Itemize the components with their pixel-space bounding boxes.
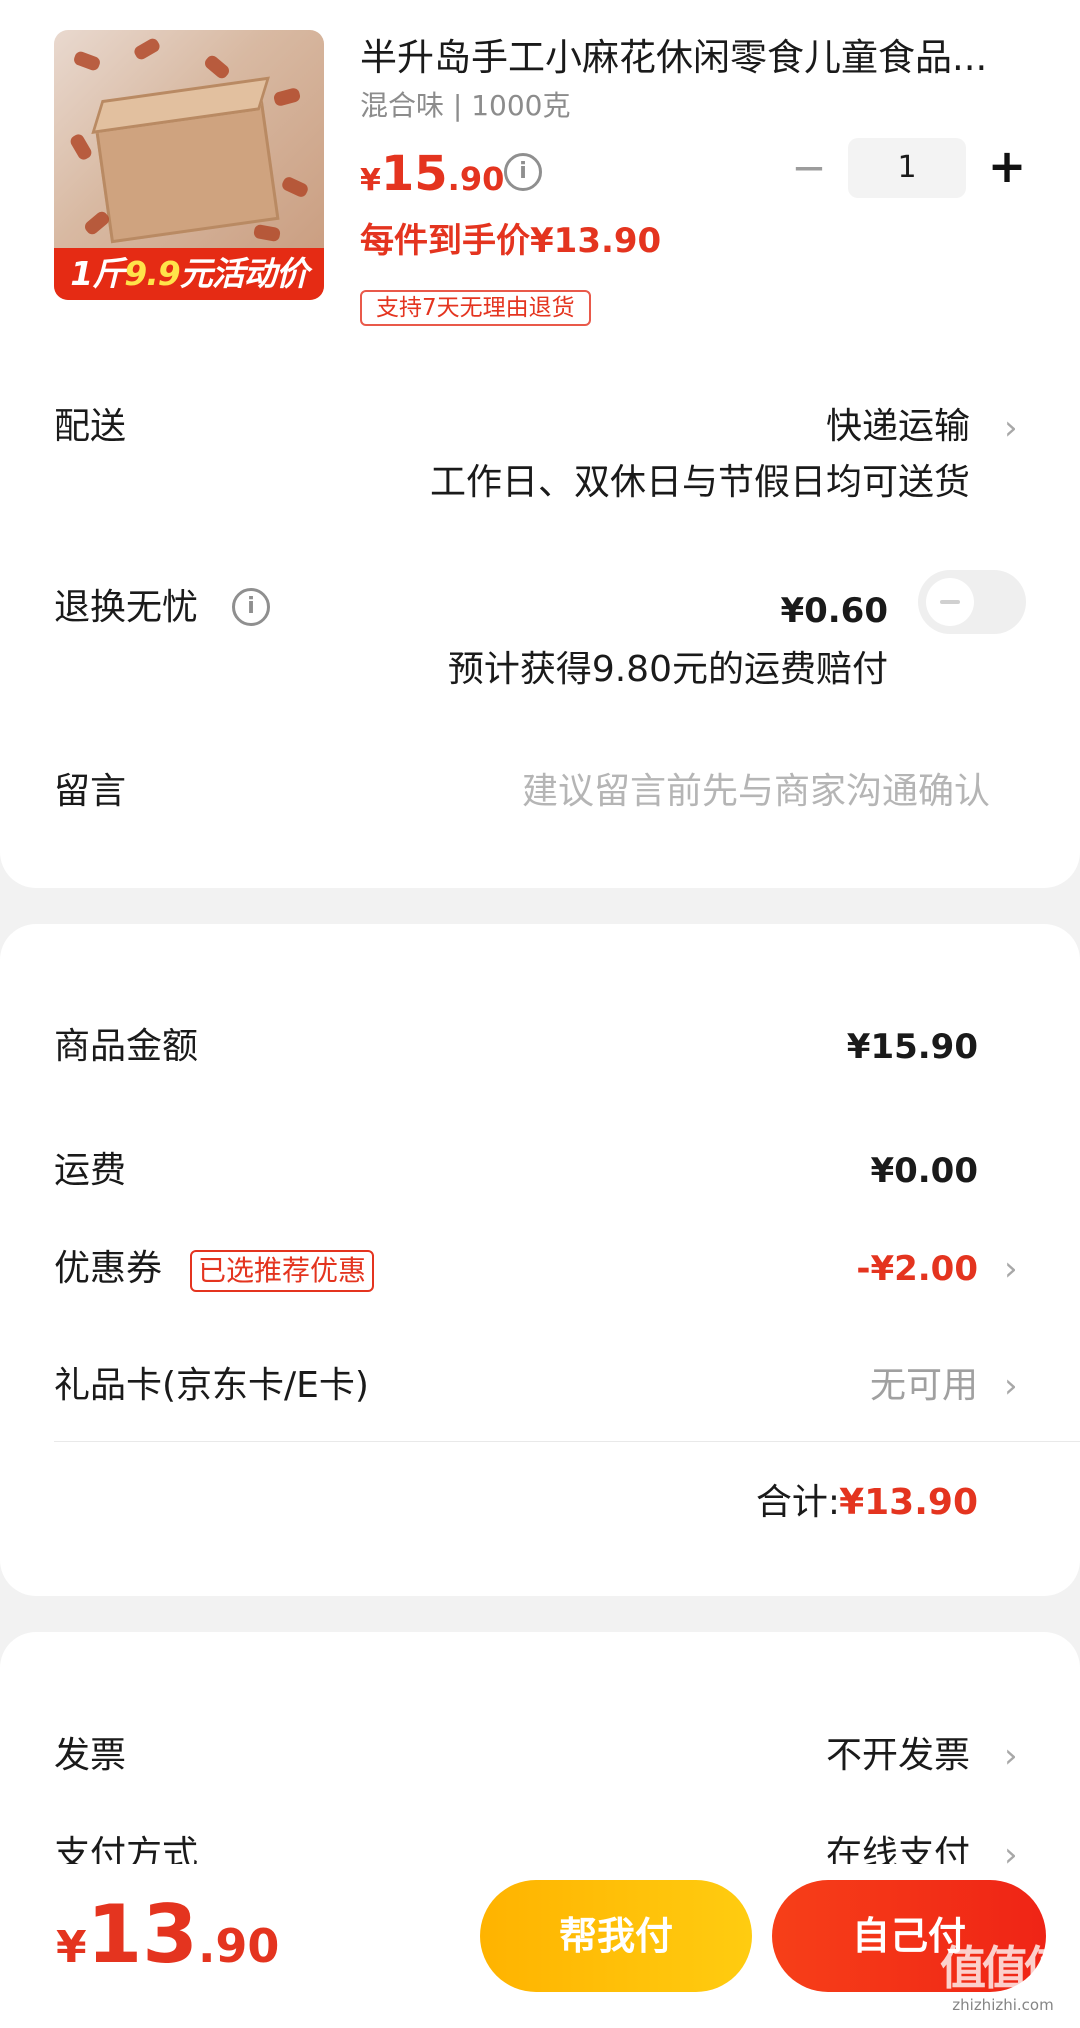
quantity-decrease-button[interactable]: − — [790, 145, 828, 195]
deal-price: 每件到手价¥13.90 — [360, 221, 662, 261]
return-insurance-label: 退换无忧 — [54, 587, 199, 628]
quantity-input[interactable]: 1 — [848, 138, 966, 198]
product-name[interactable]: 半升岛手工小麻花休闲零食儿童食品... — [360, 32, 1020, 84]
coupon-badge: 已选推荐优惠 — [190, 1250, 375, 1292]
amount-summary-card: 商品金额 ¥15.90 运费 ¥0.00 优惠券 已选推荐优惠 -¥2.00 ›… — [0, 924, 1080, 1596]
giftcard-label: 礼品卡(京东卡/E卡) — [54, 1365, 369, 1406]
invoice-value[interactable]: 不开发票 — [826, 1731, 970, 1781]
delivery-method[interactable]: 快递运输 — [826, 402, 970, 452]
candy-graphic — [252, 223, 282, 243]
return-policy-tag: 支持7天无理由退货 — [360, 290, 591, 326]
chevron-right-icon[interactable]: › — [1004, 1736, 1026, 1776]
info-icon[interactable]: i — [232, 588, 270, 626]
return-insurance-price: ¥0.60 — [780, 591, 888, 631]
candy-graphic — [202, 53, 232, 81]
final-price: ¥13.90 — [56, 1888, 280, 1981]
message-label: 留言 — [54, 771, 127, 812]
candy-graphic — [72, 49, 102, 73]
watermark-logo: 值值值 zhizhizhi.com — [940, 1941, 1070, 2014]
candy-graphic — [272, 86, 302, 108]
goods-amount-label: 商品金额 — [54, 1026, 199, 1067]
message-input[interactable]: 建议留言前先与商家沟通确认 — [522, 767, 990, 817]
delivery-note: 工作日、双休日与节假日均可送货 — [429, 462, 970, 503]
product-image[interactable]: 1斤9.9元活动价 — [54, 30, 324, 300]
divider — [54, 1441, 1080, 1442]
order-item-card: 1斤9.9元活动价 半升岛手工小麻花休闲零食儿童食品... 混合味 | 1000… — [0, 0, 1080, 888]
toggle-knob — [926, 578, 974, 626]
delivery-label: 配送 — [54, 406, 127, 447]
info-icon[interactable]: i — [504, 153, 542, 191]
candy-graphic — [132, 36, 162, 62]
chevron-right-icon[interactable]: › — [1004, 408, 1026, 448]
total-label: 合计: — [755, 1482, 840, 1523]
goods-amount-value: ¥15.90 — [846, 1027, 978, 1067]
image-promo-banner: 1斤9.9元活动价 — [54, 248, 324, 300]
product-box-graphic — [94, 100, 280, 244]
quantity-increase-button[interactable]: + — [985, 140, 1029, 196]
chevron-right-icon[interactable]: › — [1004, 1366, 1026, 1406]
giftcard-value[interactable]: 无可用 — [870, 1361, 978, 1411]
candy-graphic — [68, 132, 94, 162]
help-pay-button[interactable]: 帮我付 — [480, 1880, 752, 1992]
chevron-right-icon[interactable]: › — [1004, 1249, 1026, 1289]
coupon-label: 优惠券 — [54, 1248, 163, 1289]
product-spec[interactable]: 混合味 | 1000克 — [360, 86, 571, 126]
checkout-bar: ¥13.90 帮我付 自己付 — [0, 1864, 1080, 2028]
total-value: ¥13.90 — [839, 1482, 978, 1523]
candy-graphic — [280, 175, 310, 199]
return-insurance-toggle[interactable] — [918, 570, 1026, 634]
shipping-label: 运费 — [54, 1150, 127, 1191]
shipping-value: ¥0.00 — [870, 1151, 978, 1191]
invoice-label: 发票 — [54, 1735, 127, 1776]
unit-price: ¥15.90 — [360, 146, 505, 202]
coupon-value[interactable]: -¥2.00 — [856, 1244, 978, 1294]
return-insurance-note: 预计获得9.80元的运费赔付 — [447, 649, 888, 690]
